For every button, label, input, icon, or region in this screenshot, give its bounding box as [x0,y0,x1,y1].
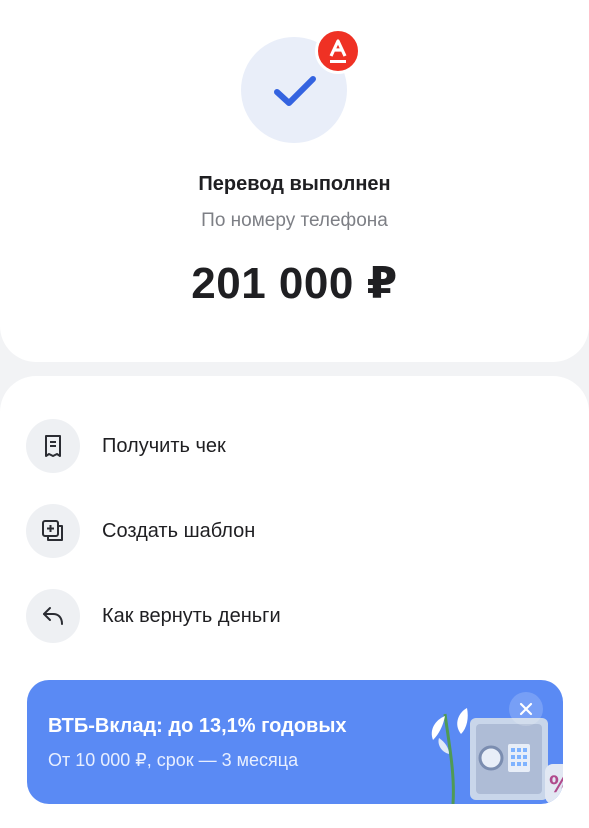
svg-text:%: % [549,773,563,798]
checkmark-icon [274,76,316,106]
transfer-result-card: Перевод выполнен По номеру телефона 201 … [0,0,589,362]
create-template-button[interactable]: Создать шаблон [26,503,566,559]
refund-info-button[interactable]: Как вернуть деньги [26,588,566,644]
create-template-label: Создать шаблон [102,519,256,542]
transfer-type: По номеру телефона [201,210,388,231]
get-receipt-button[interactable]: Получить чек [26,418,566,474]
close-icon [519,702,533,716]
page-title: Перевод выполнен [198,173,391,195]
receipt-icon [45,435,61,457]
refund-info-label: Как вернуть деньги [102,604,281,627]
vtb-deposit-banner[interactable]: % ВТБ-Вклад: до 13,1% годовых От 10 000 … [27,680,563,804]
promo-close-button[interactable] [509,692,543,726]
alfa-bank-logo [315,28,361,74]
receipt-icon-wrap [26,419,80,473]
template-add-icon [42,520,63,541]
transfer-amount: 201 000 ₽ [191,259,398,308]
return-arrow-icon-wrap [26,589,80,643]
get-receipt-label: Получить чек [102,434,226,457]
template-add-icon-wrap [26,504,80,558]
promo-title: ВТБ-Вклад: до 13,1% годовых [48,715,347,737]
promo-subtitle: От 10 000 ₽, срок — 3 месяца [48,750,299,770]
return-arrow-icon [43,607,63,625]
